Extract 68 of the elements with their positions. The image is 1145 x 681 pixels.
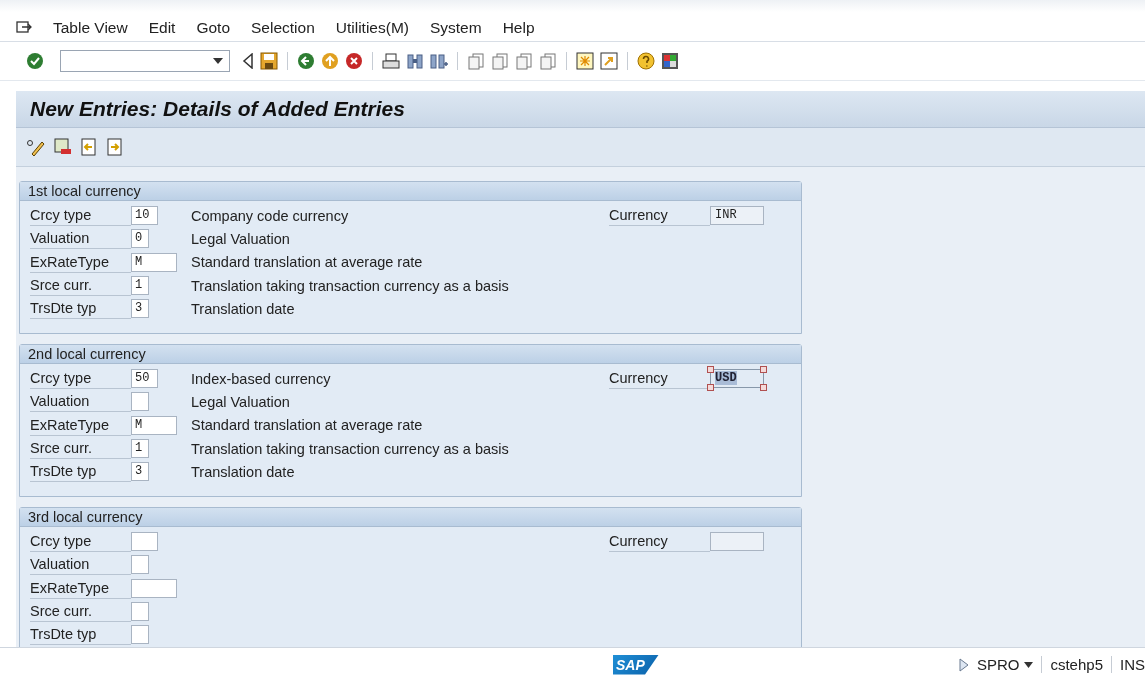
binoculars-icon[interactable] [406,52,424,70]
shortcut-icon[interactable] [600,52,618,70]
expand-triangle-icon[interactable] [958,657,969,672]
input-field[interactable]: 1 [131,439,149,459]
input-field[interactable] [131,392,149,412]
input-field[interactable]: M [131,415,177,435]
input-field[interactable]: 3 [131,299,149,319]
input-mode: INS [1120,656,1145,673]
binoculars-plus-icon[interactable] [430,52,448,70]
currency-field[interactable] [710,532,764,552]
group-title: 1st local currency [20,182,801,201]
input-field[interactable]: 10 [131,206,158,226]
menu-item[interactable]: Edit [148,18,176,37]
menu-item[interactable]: Table View [53,18,128,37]
menu-item[interactable]: Utilities(M) [335,18,409,37]
currency-field[interactable]: INR [710,206,764,226]
transaction-dropdown[interactable]: SPRO [976,656,1043,673]
previous-entry-icon[interactable] [80,138,98,156]
input-field[interactable]: 50 [131,369,158,389]
group-title: 2nd local currency [20,345,801,364]
menu-item[interactable]: System [429,18,482,37]
cancel-icon[interactable] [345,52,363,70]
previous-page-icon[interactable] [491,52,509,70]
group-title: 3rd local currency [20,508,801,527]
currency-field[interactable]: USD [710,369,764,389]
field-description: Translation taking transaction currency as a basis [191,440,509,457]
next-page-icon[interactable] [515,52,533,70]
glasses-pencil-icon[interactable] [26,138,46,156]
command-field[interactable] [60,50,230,72]
input-field[interactable] [131,555,149,575]
field-description: Index-based currency [191,370,331,387]
last-page-icon[interactable] [539,52,557,70]
input-field[interactable] [131,602,149,622]
exit-menu-icon[interactable] [16,20,32,35]
field-description: Translation date [191,300,295,317]
field-description: Legal Valuation [191,393,290,410]
input-field[interactable]: M [131,252,177,272]
new-window-icon[interactable] [576,52,594,70]
field-description: Company code currency [191,207,349,224]
input-field[interactable] [131,625,149,645]
field-description: Standard translation at average rate [191,254,423,271]
menu-item[interactable]: Selection [251,18,315,37]
triangle-left-icon[interactable] [242,53,254,69]
input-field[interactable] [131,578,177,598]
save-icon[interactable] [260,52,278,70]
dropdown-caret-icon[interactable] [213,58,223,64]
input-field[interactable] [131,532,158,552]
delete-row-icon[interactable] [54,138,72,156]
layout-icon[interactable] [661,52,679,70]
field-description: Standard translation at average rate [191,417,423,434]
input-field[interactable]: 1 [131,276,149,296]
screen-title: New Entries: Details of Added Entries [30,97,405,121]
help-icon[interactable] [637,52,655,70]
next-entry-icon[interactable] [106,138,124,156]
first-page-icon[interactable] [467,52,485,70]
print-icon[interactable] [382,52,400,70]
input-field[interactable]: 0 [131,229,149,249]
field-description: Legal Valuation [191,230,290,247]
field-description: Translation date [191,463,295,480]
logo: SAP [613,654,659,675]
field-description: Translation taking transaction currency as a basis [191,277,509,294]
menu-item[interactable]: Goto [196,18,230,37]
menu-item[interactable]: Help [502,18,535,37]
back-icon[interactable] [297,52,315,70]
checkmark-icon[interactable] [26,52,44,70]
server-name: cstehp5 [1050,656,1112,673]
dropdown-caret-icon[interactable] [1024,661,1034,668]
input-field[interactable]: 3 [131,462,149,482]
